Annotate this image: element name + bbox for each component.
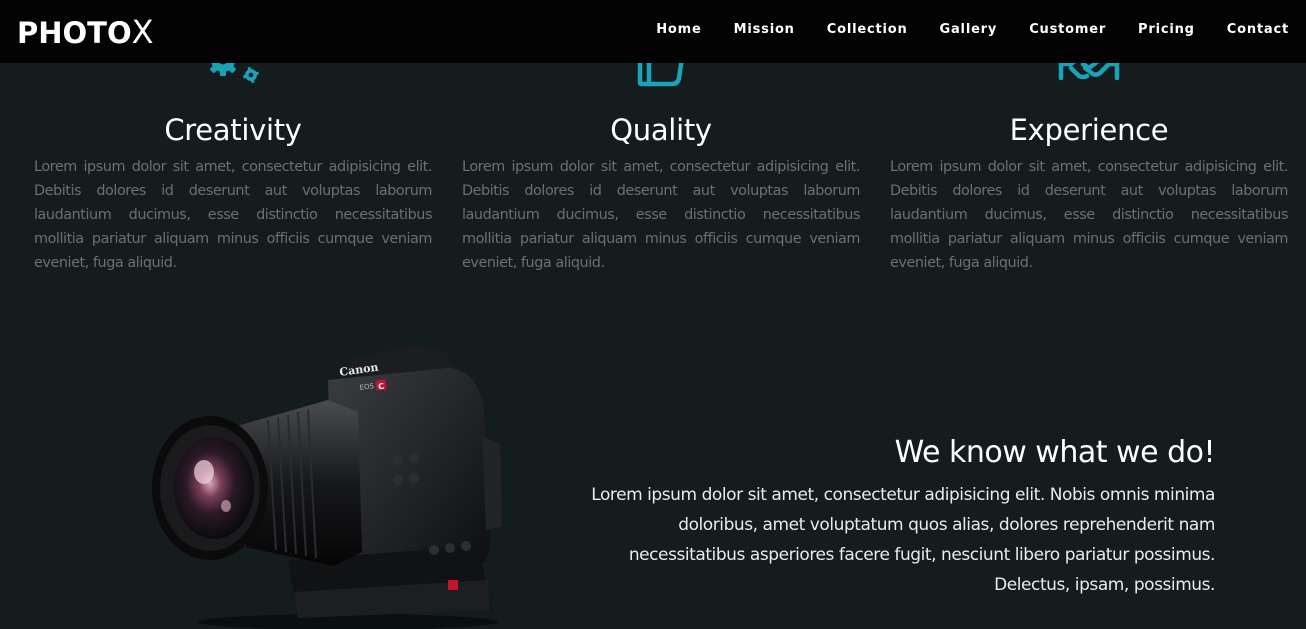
feature-title: Quality xyxy=(610,113,712,147)
brand-accent: X xyxy=(131,13,154,51)
feature-quality: Quality Lorem ipsum dolor sit amet, cons… xyxy=(462,30,860,275)
nav-item-customer[interactable]: Customer xyxy=(1014,20,1121,40)
about-title: We know what we do! xyxy=(894,435,1216,470)
camera-photo: Canon EOS C xyxy=(152,345,502,629)
feature-experience: Experience Lorem ipsum dolor sit amet, c… xyxy=(890,30,1288,275)
nav-item-collection[interactable]: Collection xyxy=(812,20,923,40)
brand-logo[interactable]: PHOTOX xyxy=(17,12,154,53)
feature-title: Experience xyxy=(1009,113,1169,147)
nav-item-pricing[interactable]: Pricing xyxy=(1123,20,1210,40)
navbar: PHOTOX Home Mission Collection Gallery C… xyxy=(0,0,1306,63)
feature-text: Lorem ipsum dolor sit amet, consectetur … xyxy=(462,159,860,271)
feature-creativity: Creativity Lorem ipsum dolor sit amet, c… xyxy=(34,30,432,275)
nav-item-gallery[interactable]: Gallery xyxy=(925,20,1013,40)
feature-text: Lorem ipsum dolor sit amet, consectetur … xyxy=(34,159,432,271)
feature-text: Lorem ipsum dolor sit amet, consectetur … xyxy=(890,159,1288,271)
feature-title: Creativity xyxy=(164,113,302,147)
nav-item-home[interactable]: Home xyxy=(641,20,716,40)
nav-item-mission[interactable]: Mission xyxy=(719,20,810,40)
brand-main: PHOTO xyxy=(17,16,132,50)
nav-menu: Home Mission Collection Gallery Customer… xyxy=(639,0,1304,63)
about-text: Lorem ipsum dolor sit amet, consectetur … xyxy=(591,485,1215,595)
nav-item-contact[interactable]: Contact xyxy=(1212,20,1304,40)
